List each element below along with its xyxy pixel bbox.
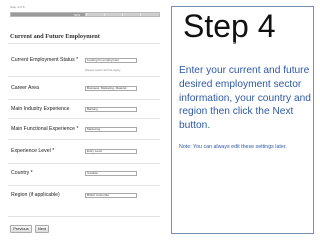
career-area-label: Career Area [11, 85, 39, 91]
divider [8, 185, 160, 186]
note-text: Note: You can always edit these settings… [179, 144, 287, 150]
employment-status-label: Current Employment Status * [11, 57, 79, 63]
country-label: Country * [11, 170, 33, 176]
divider [8, 99, 160, 100]
divider [8, 76, 160, 77]
step-label: Step 4 of 8 [10, 5, 25, 9]
step-subtitle: Current & Future Employment [183, 42, 267, 49]
section-title: Current and Future Employment [10, 33, 100, 40]
divider [8, 163, 160, 164]
divider [8, 216, 160, 217]
region-select[interactable]: British Columbia [85, 193, 137, 198]
functional-experience-select[interactable]: Marketing [85, 127, 137, 132]
industry-experience-select[interactable]: Banking [85, 107, 137, 112]
experience-level-select[interactable]: Entry Level [85, 149, 137, 154]
next-button[interactable]: Next [35, 225, 49, 233]
panel-header: Step 4 Current & Future Employment [172, 7, 313, 49]
divider [8, 43, 160, 44]
region-label: Region (if applicable) [11, 192, 60, 198]
functional-experience-label: Main Functional Experience * [11, 126, 79, 132]
country-select[interactable]: Canada [85, 171, 137, 176]
previous-button[interactable]: Previous [10, 225, 32, 233]
divider [8, 118, 160, 119]
progress-segment [86, 13, 87, 16]
progress-text: 50% [74, 13, 81, 17]
progress-segment [104, 13, 105, 16]
experience-level-label: Experience Level * [11, 148, 55, 154]
industry-experience-label: Main Industry Experience [11, 106, 70, 112]
progress-segment [140, 13, 141, 16]
progress-bar: 50% [10, 12, 160, 17]
employment-status-hint: Please select all that apply [85, 68, 121, 72]
employment-status-select[interactable]: Looking for employment [85, 58, 137, 63]
instructions-text: Enter your current and future desired em… [179, 65, 311, 132]
instruction-panel: Step 4 Current & Future Employment Enter… [171, 6, 314, 234]
career-area-select[interactable]: Business, Marketing, Material [85, 86, 137, 91]
step-title: Step 4 [183, 8, 276, 44]
divider [8, 139, 160, 140]
form-screenshot: Step 4 of 8 50% Current and Future Emplo… [4, 2, 164, 238]
progress-segment [122, 13, 123, 16]
